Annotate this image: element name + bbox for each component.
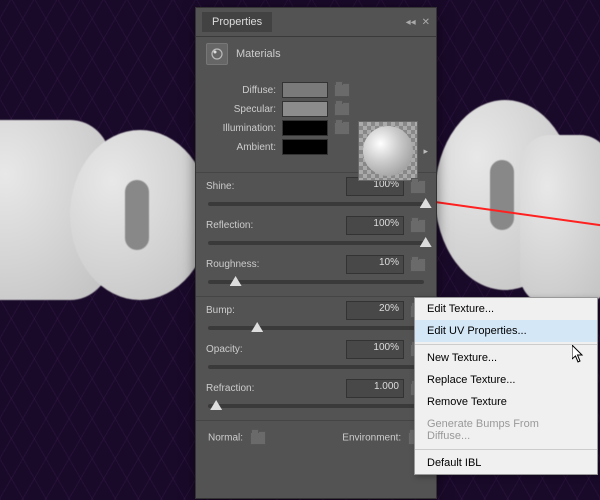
menu-item[interactable]: Edit UV Properties... bbox=[415, 320, 597, 342]
material-preview[interactable] bbox=[358, 121, 418, 181]
slider-label: Shine: bbox=[206, 181, 234, 192]
slider-value[interactable]: 10% bbox=[346, 255, 404, 274]
slider-value[interactable]: 1.000 bbox=[346, 379, 404, 398]
slider-bump: Bump: 20% bbox=[196, 297, 436, 336]
slider-label: Reflection: bbox=[206, 220, 253, 231]
slider-thumb[interactable] bbox=[420, 198, 432, 208]
slider-opacity: Opacity: 100% bbox=[196, 336, 436, 375]
close-icon[interactable]: ✕ bbox=[422, 17, 430, 28]
properties-panel: Properties ◂◂ ✕ Materials ▸ Diffuse: Spe… bbox=[195, 7, 437, 499]
menu-item[interactable]: Remove Texture bbox=[415, 391, 597, 413]
cursor-icon bbox=[572, 345, 586, 363]
folder-icon[interactable] bbox=[334, 83, 350, 97]
ambient-swatch[interactable] bbox=[282, 139, 328, 155]
folder-icon[interactable] bbox=[250, 431, 266, 445]
slider-refraction: Refraction: 1.000 bbox=[196, 375, 436, 421]
slider-label: Opacity: bbox=[206, 344, 243, 355]
diffuse-label: Diffuse: bbox=[206, 85, 276, 96]
ambient-label: Ambient: bbox=[206, 142, 276, 153]
menu-separator bbox=[415, 449, 597, 450]
menu-item[interactable]: New Texture... bbox=[415, 347, 597, 369]
diffuse-swatch[interactable] bbox=[282, 82, 328, 98]
menu-item[interactable]: Default IBL bbox=[415, 452, 597, 474]
slider-value[interactable]: 100% bbox=[346, 340, 404, 359]
slider-thumb[interactable] bbox=[420, 237, 432, 247]
menu-item[interactable]: Replace Texture... bbox=[415, 369, 597, 391]
menu-item: Generate Bumps From Diffuse... bbox=[415, 413, 597, 447]
folder-icon[interactable] bbox=[410, 180, 426, 194]
slider-track[interactable] bbox=[208, 280, 424, 284]
folder-icon[interactable] bbox=[334, 102, 350, 116]
bottom-row: Normal: Environment: bbox=[196, 421, 436, 455]
slider-track[interactable] bbox=[208, 365, 424, 369]
menu-item[interactable]: Edit Texture... bbox=[415, 298, 597, 320]
normal-label: Normal: bbox=[208, 433, 243, 444]
slider-label: Roughness: bbox=[206, 259, 259, 270]
slider-label: Refraction: bbox=[206, 383, 254, 394]
slider-label: Bump: bbox=[206, 305, 235, 316]
slider-track[interactable] bbox=[208, 202, 424, 206]
materials-header: Materials bbox=[196, 37, 436, 71]
environment-label: Environment: bbox=[342, 433, 401, 444]
slider-track[interactable] bbox=[208, 241, 424, 245]
panel-header: Properties ◂◂ ✕ bbox=[196, 8, 436, 37]
materials-icon[interactable] bbox=[206, 43, 228, 65]
folder-icon[interactable] bbox=[410, 219, 426, 233]
specular-label: Specular: bbox=[206, 104, 276, 115]
folder-icon[interactable] bbox=[410, 258, 426, 272]
mesh-object bbox=[70, 130, 210, 300]
slider-roughness: Roughness: 10% bbox=[196, 251, 436, 297]
specular-swatch[interactable] bbox=[282, 101, 328, 117]
menu-separator bbox=[415, 344, 597, 345]
slider-track[interactable] bbox=[208, 404, 424, 408]
materials-label: Materials bbox=[236, 48, 281, 60]
collapse-icon[interactable]: ◂◂ bbox=[406, 17, 416, 28]
slider-value[interactable]: 20% bbox=[346, 301, 404, 320]
preview-next-icon[interactable]: ▸ bbox=[423, 146, 428, 157]
slider-thumb[interactable] bbox=[251, 322, 263, 332]
illumination-swatch[interactable] bbox=[282, 120, 328, 136]
slider-thumb[interactable] bbox=[230, 276, 242, 286]
folder-icon[interactable] bbox=[334, 121, 350, 135]
illumination-label: Illumination: bbox=[206, 123, 276, 134]
slider-track[interactable] bbox=[208, 326, 424, 330]
panel-tab[interactable]: Properties bbox=[202, 12, 272, 32]
slider-thumb[interactable] bbox=[210, 400, 222, 410]
slider-reflection: Reflection: 100% bbox=[196, 212, 436, 251]
context-menu: Edit Texture...Edit UV Properties... New … bbox=[414, 297, 598, 475]
slider-value[interactable]: 100% bbox=[346, 216, 404, 235]
